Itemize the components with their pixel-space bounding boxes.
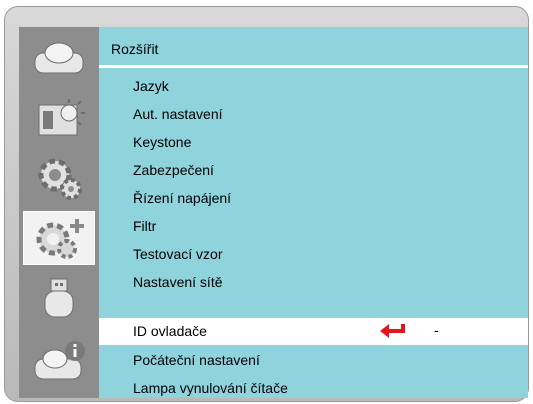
- menu-item-remote-id[interactable]: ID ovladače -: [99, 318, 528, 345]
- projector-icon: [34, 42, 84, 74]
- sidebar-tab-usb[interactable]: [23, 271, 95, 325]
- gear-plus-icon: [36, 219, 84, 259]
- menu-item-language[interactable]: Jazyk: [99, 73, 528, 100]
- menu-item-label: Aut. nastavení: [133, 106, 223, 122]
- menu-item-power-management[interactable]: Řízení napájení: [99, 185, 528, 212]
- menu-title: Rozšířit: [111, 41, 159, 57]
- return-arrow-icon: [380, 324, 405, 338]
- menu-item-label: Jazyk: [133, 78, 169, 94]
- menu-item-label: Testovací vzor: [133, 246, 223, 262]
- menu-item-label: ID ovladače: [133, 323, 207, 339]
- menu-item-label: Počáteční nastavení: [133, 352, 260, 368]
- menu-item-label: Keystone: [133, 134, 192, 150]
- menu-item-auto-setup[interactable]: Aut. nastavení: [99, 101, 528, 128]
- menu-item-label: Řízení napájení: [133, 190, 232, 206]
- usb-drive-icon: [44, 278, 74, 318]
- menu-item-initial-settings[interactable]: Počáteční nastavení: [99, 347, 528, 374]
- menu-item-security[interactable]: Zabezpečení: [99, 157, 528, 184]
- menu-panel: Rozšířit Jazyk Aut. nastavení Keystone Z…: [99, 27, 528, 398]
- sidebar: [19, 27, 99, 398]
- display-brightness-icon: [38, 99, 85, 136]
- menu-item-network-settings[interactable]: Nastavení sítě: [99, 269, 528, 296]
- sidebar-tab-display[interactable]: [23, 91, 95, 145]
- sidebar-tab-expanded[interactable]: [23, 211, 95, 265]
- projector-info-icon: [34, 341, 85, 380]
- menu-item-filter[interactable]: Filtr: [99, 213, 528, 240]
- menu-item-lamp-counter-reset[interactable]: Lampa vynulování čítače: [99, 375, 528, 398]
- menu-header: Rozšířit: [99, 27, 528, 65]
- menu-item-label: Filtr: [133, 218, 157, 234]
- menu-item-label: Zabezpečení: [133, 162, 214, 178]
- sidebar-tab-info[interactable]: [23, 335, 95, 389]
- osd-frame: Rozšířit Jazyk Aut. nastavení Keystone Z…: [4, 6, 529, 402]
- header-divider: [99, 65, 528, 68]
- menu-item-label: Lampa vynulování čítače: [133, 380, 288, 396]
- remote-id-value: -: [434, 322, 439, 338]
- sidebar-tab-image[interactable]: [23, 31, 95, 85]
- menu-item-test-pattern[interactable]: Testovací vzor: [99, 241, 528, 268]
- sidebar-tab-setup[interactable]: [23, 151, 95, 205]
- menu-item-keystone[interactable]: Keystone: [99, 129, 528, 156]
- gear-icon: [38, 158, 82, 200]
- menu-item-label: Nastavení sítě: [133, 274, 223, 290]
